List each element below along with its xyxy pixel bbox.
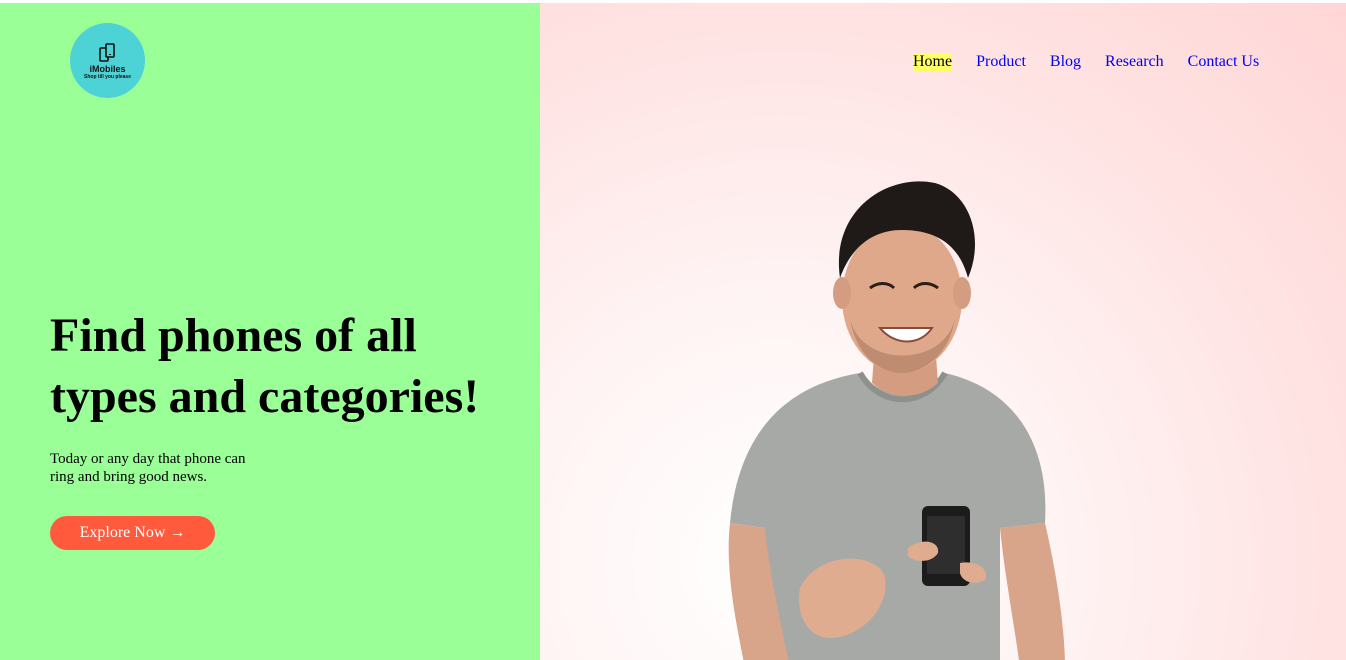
hero-image — [728, 181, 1065, 660]
main-nav-links: Home Product Blog Research Contact Us — [913, 53, 1259, 71]
hero-headline: Find phones of all types and categories! — [50, 309, 480, 423]
brand-logo[interactable]: iMobiles Shop till you please — [70, 23, 145, 98]
nav-research[interactable]: Research — [1105, 53, 1164, 71]
phones-icon — [98, 43, 115, 62]
hero-left-panel: iMobiles Shop till you please Find phone… — [0, 3, 540, 660]
hero-right-panel — [540, 3, 1346, 660]
nav-home[interactable]: Home — [913, 53, 953, 71]
hero-subtext: Today or any day that phone can ring and… — [50, 451, 246, 485]
brand-tagline: Shop till you please — [84, 74, 131, 80]
brand-name: iMobiles — [89, 64, 126, 74]
nav-contact-us[interactable]: Contact Us — [1188, 53, 1260, 71]
nav-product[interactable]: Product — [976, 53, 1026, 71]
explore-now-button[interactable]: Explore Now → — [50, 516, 215, 550]
explore-now-label: Explore Now — [79, 524, 166, 541]
nav-blog[interactable]: Blog — [1050, 53, 1081, 71]
arrow-right-icon: → — [169, 524, 186, 541]
